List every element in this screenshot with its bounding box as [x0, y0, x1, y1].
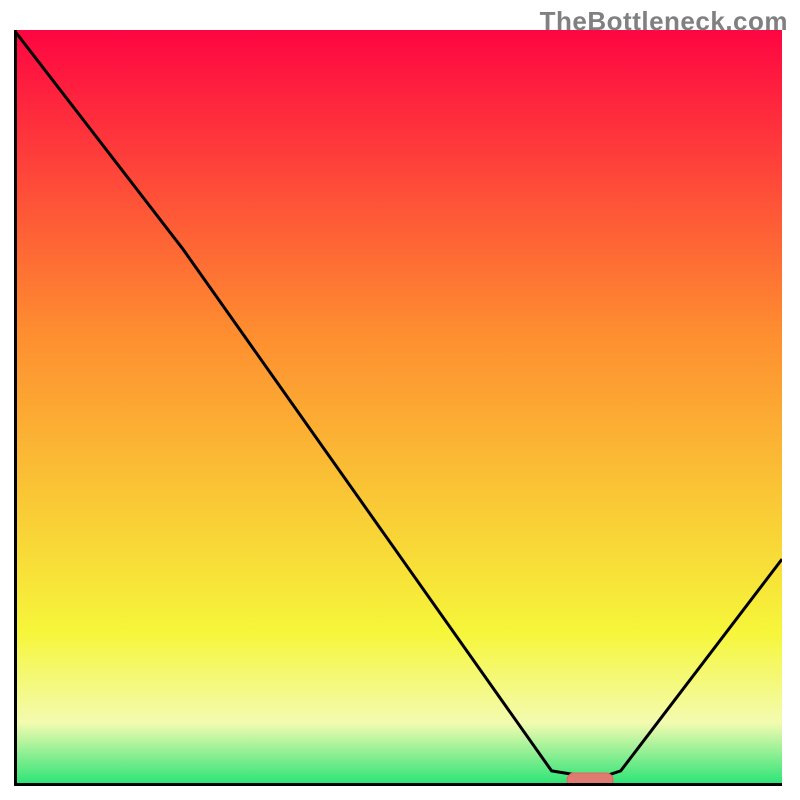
- chart-container: TheBottleneck.com: [0, 0, 800, 800]
- chart-svg: [14, 30, 782, 786]
- watermark-text: TheBottleneck.com: [540, 6, 788, 37]
- x-axis-line: [14, 783, 782, 786]
- plot-frame: [14, 30, 782, 786]
- plot-area: [14, 30, 782, 786]
- gradient-background: [17, 30, 782, 783]
- y-axis-line: [14, 30, 17, 786]
